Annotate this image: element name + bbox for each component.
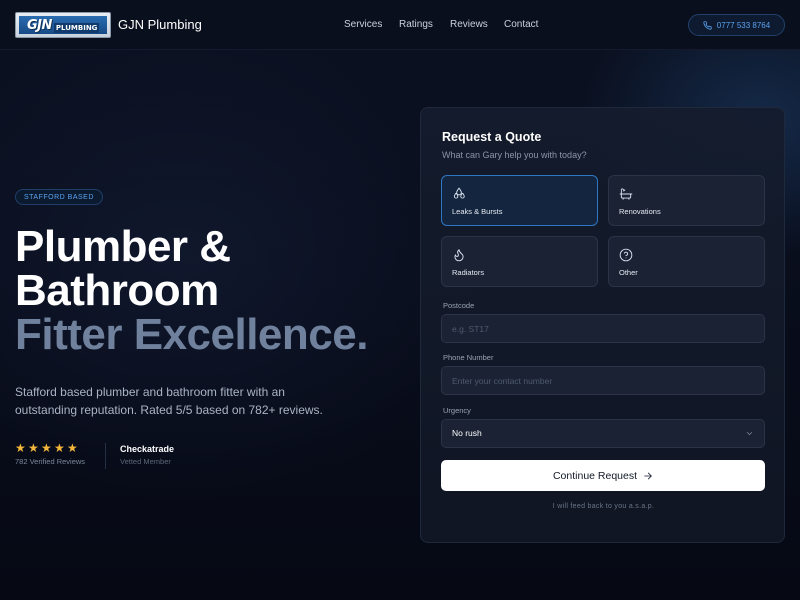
- option-label: Leaks & Bursts: [452, 207, 503, 216]
- headline-line-3: Fitter Excellence.: [15, 310, 368, 359]
- trust-divider: [105, 443, 106, 469]
- star-icon: ★: [41, 441, 52, 455]
- verified-reviews: 782 Verified Reviews: [15, 457, 86, 466]
- urgency-value: No rush: [452, 428, 482, 438]
- option-other[interactable]: Other: [608, 236, 765, 287]
- phone-number: 0777 533 8764: [716, 20, 771, 30]
- star-icon: ★: [15, 441, 26, 455]
- phone-button[interactable]: 0777 533 8764: [688, 14, 785, 36]
- response-note: I will feed back to you a.s.a.p.: [552, 503, 655, 510]
- option-radiators[interactable]: Radiators: [441, 236, 598, 287]
- option-renovations[interactable]: Renovations: [608, 175, 765, 226]
- checkatrade-title: Checkatrade: [120, 444, 175, 454]
- urgency-select[interactable]: No rush: [441, 419, 765, 448]
- nav-ratings[interactable]: Ratings: [399, 19, 433, 30]
- star-icon: ★: [54, 441, 65, 455]
- star-icon: ★: [28, 441, 39, 455]
- quote-title: Request a Quote: [442, 130, 542, 144]
- urgency-label: Urgency: [443, 406, 471, 415]
- checkatrade-block: Checkatrade Vetted Member: [120, 443, 174, 466]
- phone-icon: [703, 20, 712, 30]
- star-icon: ★: [67, 441, 78, 455]
- star-rating: ★ ★ ★ ★ ★: [15, 441, 105, 455]
- hero: STAFFORD BASED Plumber & Bathroom Fitter…: [15, 186, 405, 471]
- continue-request-button[interactable]: Continue Request: [441, 460, 765, 491]
- hero-description: Stafford based plumber and bathroom fitt…: [15, 385, 323, 417]
- main-nav: Services Ratings Reviews Contact: [0, 19, 800, 33]
- headline-line-1: Plumber &: [15, 222, 231, 271]
- cta-label: Continue Request: [552, 469, 638, 482]
- question-circle-icon: [619, 248, 633, 262]
- option-label: Radiators: [452, 268, 485, 277]
- postcode-label: Postcode: [443, 301, 475, 310]
- nav-contact[interactable]: Contact: [504, 19, 538, 30]
- droplets-icon: [453, 187, 465, 199]
- location-badge: STAFFORD BASED: [15, 189, 103, 205]
- site-header: GJN PLUMBING GJN Plumbing Services Ratin…: [0, 0, 800, 50]
- chevron-down-icon: [746, 432, 753, 435]
- bath-icon: [619, 188, 633, 200]
- phone-label: Phone Number: [443, 353, 494, 362]
- phone-input[interactable]: [441, 366, 765, 395]
- nav-services[interactable]: Services: [344, 19, 382, 30]
- quote-form-card: Request a Quote What can Gary help you w…: [420, 107, 785, 543]
- arrow-right-icon: [644, 472, 652, 479]
- checkatrade-subtitle: Vetted Member: [120, 457, 171, 466]
- hero-headline: Plumber & Bathroom Fitter Excellence.: [15, 225, 405, 357]
- option-label: Other: [619, 268, 638, 277]
- option-leaks-bursts[interactable]: Leaks & Bursts: [441, 175, 598, 226]
- nav-reviews[interactable]: Reviews: [450, 19, 488, 30]
- flame-icon: [454, 249, 464, 262]
- rating-block: ★ ★ ★ ★ ★ 782 Verified Reviews: [15, 441, 105, 466]
- quote-subtitle: What can Gary help you with today?: [442, 150, 587, 160]
- option-label: Renovations: [619, 207, 661, 216]
- headline-line-2: Bathroom: [15, 266, 219, 315]
- postcode-input[interactable]: [441, 314, 765, 343]
- trust-signals: ★ ★ ★ ★ ★ 782 Verified Reviews Checkatrade V…: [15, 441, 405, 471]
